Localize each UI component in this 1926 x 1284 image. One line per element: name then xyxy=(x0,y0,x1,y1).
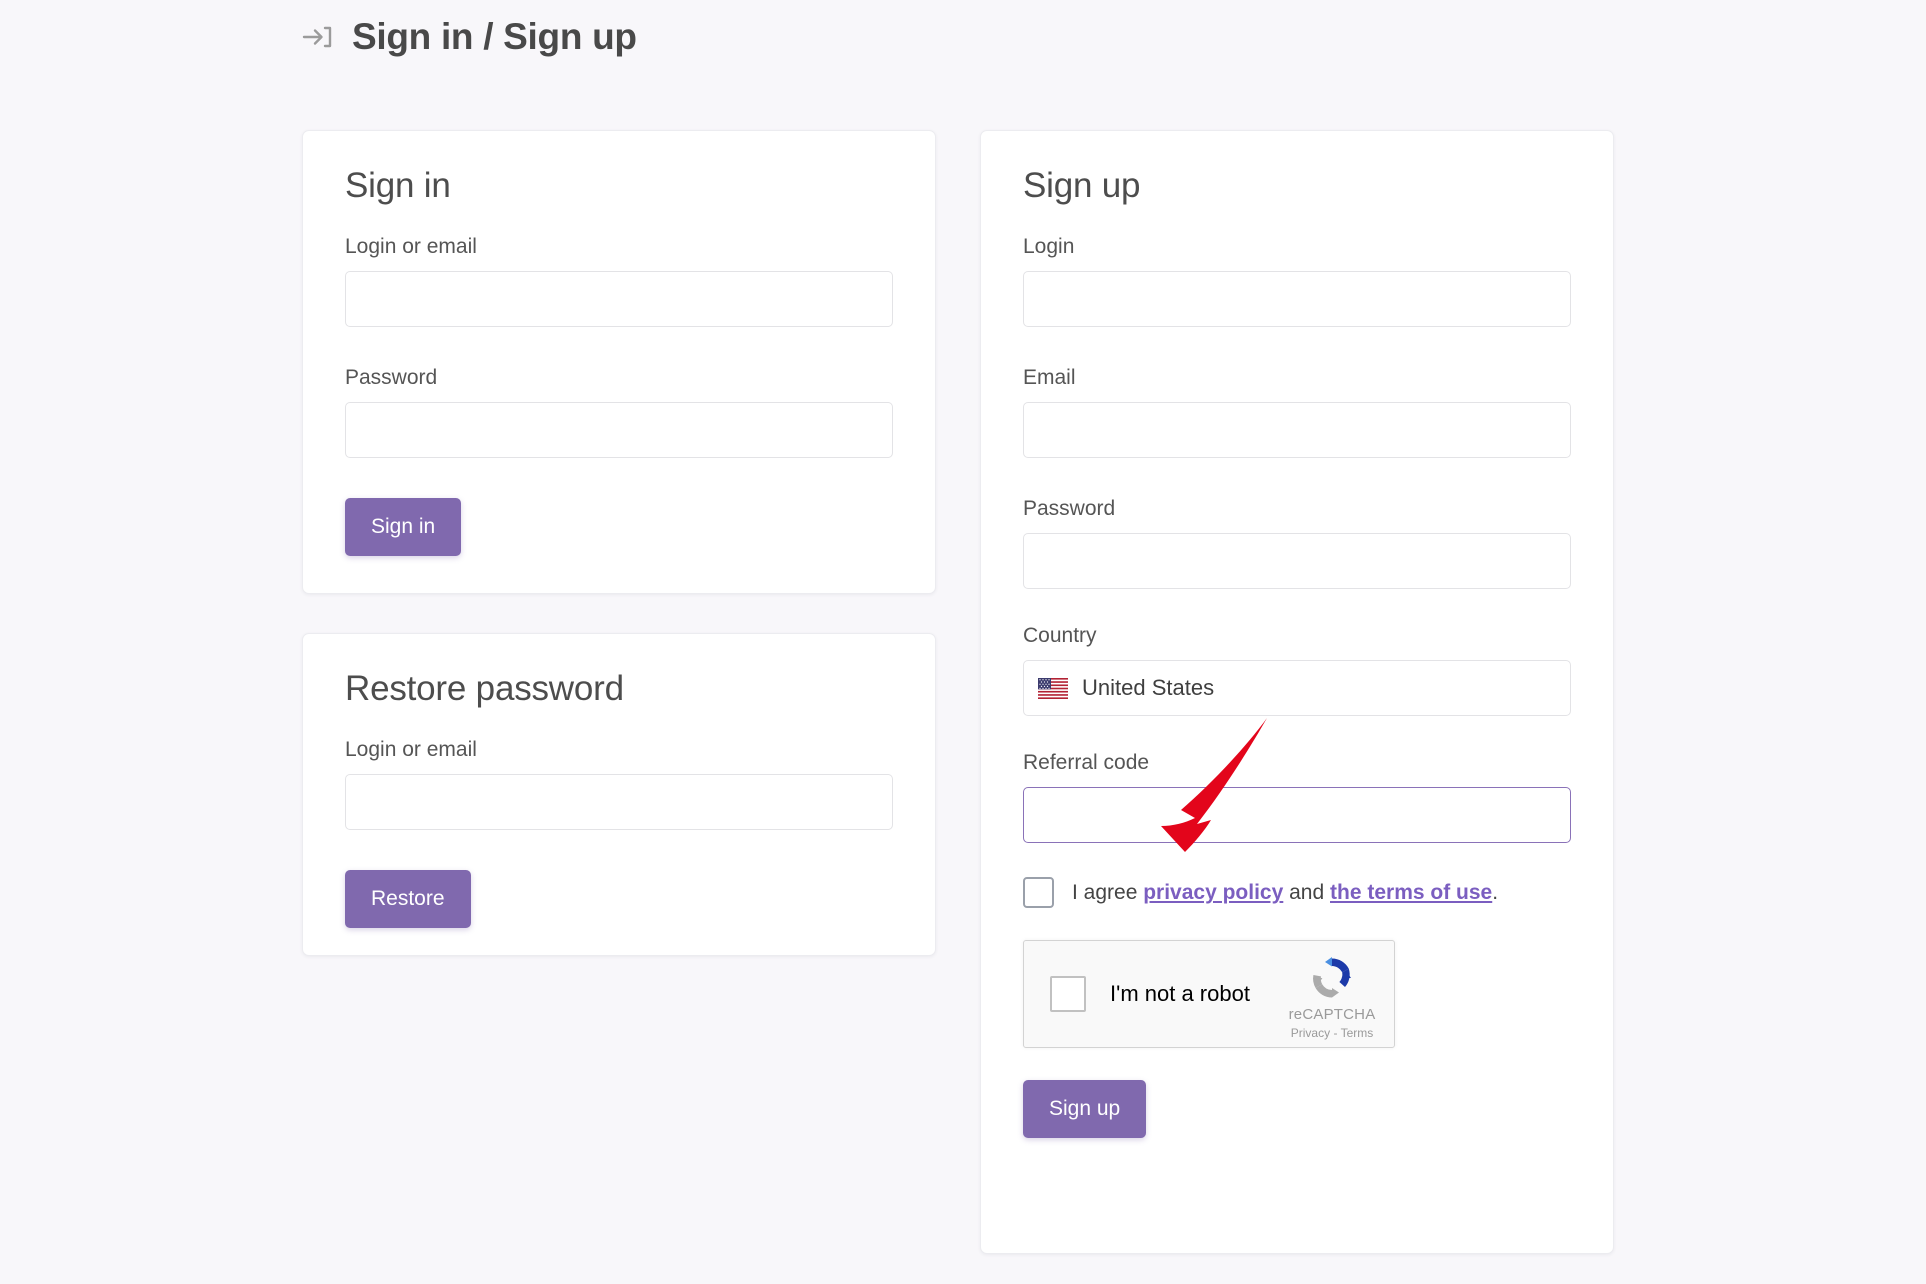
country-field: Country United States xyxy=(1023,623,1571,717)
privacy-policy-link[interactable]: privacy policy xyxy=(1143,881,1283,904)
agreement-text: I agree privacy policy and the terms of … xyxy=(1072,879,1498,906)
auth-page: Sign in / Sign up Sign in Login or email… xyxy=(0,0,1926,1284)
recaptcha-widget[interactable]: I'm not a robot reCAPTCHA Privacy - Term… xyxy=(1023,940,1395,1049)
terms-of-use-link[interactable]: the terms of use xyxy=(1330,881,1492,904)
restore-login-input[interactable] xyxy=(345,773,893,830)
restore-login-label: Login or email xyxy=(345,737,477,761)
agreement-middle: and xyxy=(1283,881,1331,905)
restore-button[interactable]: Restore xyxy=(345,869,471,928)
sign-in-login-input[interactable] xyxy=(345,270,893,327)
agreement-checkbox[interactable] xyxy=(1023,877,1054,909)
agreement-row: I agree privacy policy and the terms of … xyxy=(1023,877,1571,909)
recaptcha-separator: - xyxy=(1330,1026,1341,1041)
sign-up-password-label: Password xyxy=(1023,496,1116,520)
recaptcha-terms-link[interactable]: Terms xyxy=(1341,1026,1374,1040)
restore-login-field: Login or email xyxy=(345,737,893,830)
recaptcha-label: I'm not a robot xyxy=(1110,981,1250,1007)
referral-code-field: Referral code xyxy=(1023,750,1571,844)
us-flag-icon xyxy=(1038,677,1068,699)
sign-up-button[interactable]: Sign up xyxy=(1023,1080,1147,1139)
sign-up-login-label: Login xyxy=(1023,234,1075,258)
recaptcha-privacy-link[interactable]: Privacy xyxy=(1291,1026,1330,1040)
sign-up-email-label: Email xyxy=(1023,365,1076,389)
recaptcha-legal-links: Privacy - Terms xyxy=(1291,1026,1373,1040)
sign-in-button[interactable]: Sign in xyxy=(345,497,462,556)
sign-in-card: Sign in Login or email Password Sign in xyxy=(302,130,936,594)
sign-up-password-input[interactable] xyxy=(1023,533,1571,590)
country-selected-value: United States xyxy=(1082,675,1215,701)
sign-in-login-label: Login or email xyxy=(345,234,477,258)
page-title: Sign in / Sign up xyxy=(352,16,637,57)
sign-up-title: Sign up xyxy=(1023,166,1141,205)
sign-in-password-input[interactable] xyxy=(345,401,893,458)
country-label: Country xyxy=(1023,624,1097,648)
sign-up-password-field: Password xyxy=(1023,496,1571,590)
recaptcha-logo-icon xyxy=(1305,951,1359,1005)
agreement-suffix: . xyxy=(1492,881,1499,905)
sign-in-login-field: Login or email xyxy=(345,234,893,327)
sign-up-email-field: Email xyxy=(1023,365,1571,458)
country-select[interactable]: United States xyxy=(1023,660,1571,717)
page-header: Sign in / Sign up xyxy=(300,18,637,55)
sign-in-title: Sign in xyxy=(345,166,451,205)
restore-password-card: Restore password Login or email Restore xyxy=(302,633,936,956)
sign-up-email-input[interactable] xyxy=(1023,401,1571,458)
recaptcha-branding: reCAPTCHA Privacy - Terms xyxy=(1284,951,1380,1042)
referral-code-input[interactable] xyxy=(1023,787,1571,844)
recaptcha-brand-name: reCAPTCHA xyxy=(1288,1006,1376,1024)
sign-in-password-label: Password xyxy=(345,365,438,389)
login-arrow-icon xyxy=(300,20,334,54)
sign-in-password-field: Password xyxy=(345,365,893,458)
referral-code-label: Referral code xyxy=(1023,751,1150,775)
sign-up-login-field: Login xyxy=(1023,234,1571,327)
agreement-prefix: I agree xyxy=(1072,881,1144,905)
restore-password-title: Restore password xyxy=(345,669,624,708)
recaptcha-checkbox[interactable] xyxy=(1050,976,1086,1013)
sign-up-card: Sign up Login Email Password Country Uni… xyxy=(980,130,1614,1254)
sign-up-login-input[interactable] xyxy=(1023,270,1571,327)
